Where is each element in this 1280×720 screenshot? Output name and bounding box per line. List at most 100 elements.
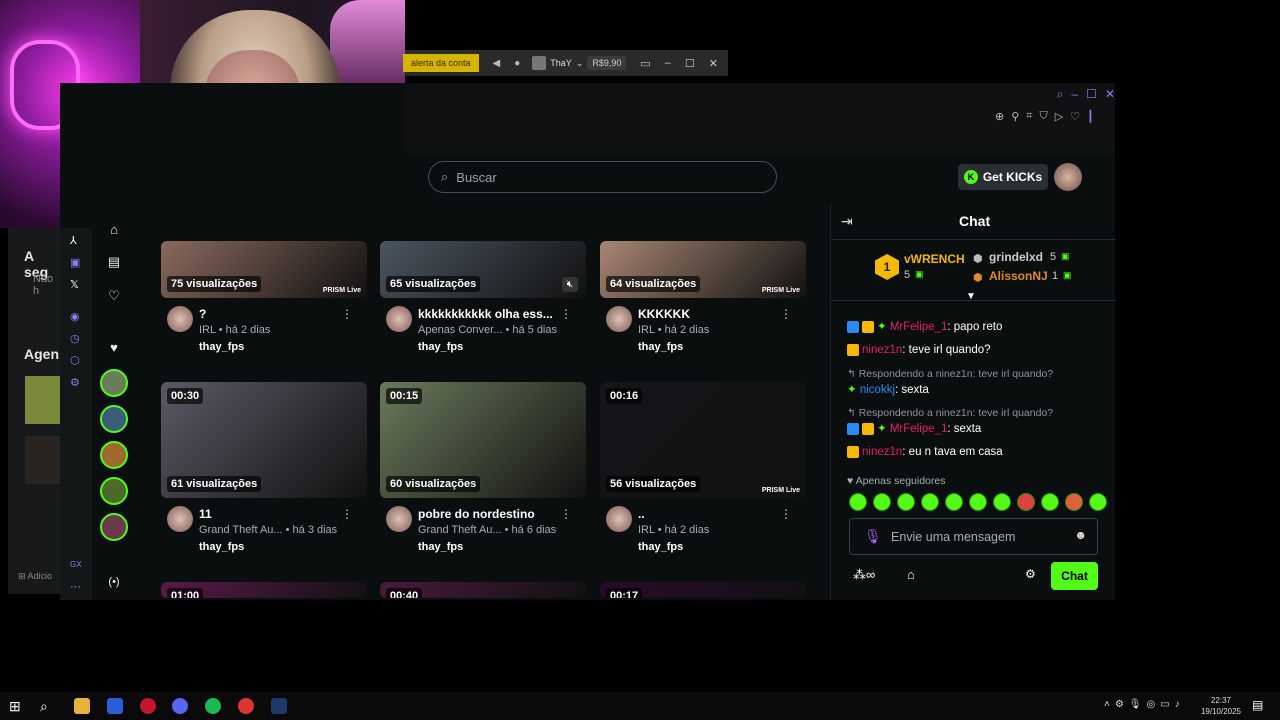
microphone-icon[interactable]: 🎙︎ [864,528,882,545]
game-thumbnail[interactable] [25,436,61,484]
emote-icon[interactable] [849,493,867,511]
bell-icon[interactable]: ● [514,58,520,69]
channel-name[interactable]: thay_fps [638,541,683,553]
chat-message-input[interactable]: 🎙︎ Envie uma mensagem ☻ [849,518,1098,555]
video-thumbnail[interactable]: 00:15 60 visualizações [380,382,586,498]
video-thumbnail[interactable]: 64 visualizações PRISM Live [600,241,806,298]
more-options-icon[interactable]: ⋮ [780,307,792,321]
maximize-icon[interactable]: ☐ [1086,87,1097,102]
collapse-chat-icon[interactable]: ⇥ [841,213,853,230]
pin-icon[interactable]: ⚲ [1011,110,1019,123]
video-title[interactable]: .. [638,507,645,521]
reply-context[interactable]: ↰ Respondendo a ninez1n: teve irl quando… [847,407,1053,419]
clock[interactable]: 22:37 19/10/2025 [1201,695,1241,717]
video-thumbnail[interactable]: 00:40 [380,582,586,598]
chat-username[interactable]: ninez1n [862,344,902,356]
puzzle-icon[interactable]: ⬡ [70,354,80,367]
close-icon[interactable]: ✕ [709,57,718,70]
discord-icon[interactable] [172,698,188,714]
minimize-icon[interactable]: – [1071,87,1078,102]
emote-icon[interactable] [897,493,915,511]
obs-icon[interactable] [238,698,254,714]
leaderboard-name[interactable]: AlissonNJ [989,269,1048,283]
emote-icon[interactable] [1017,493,1035,511]
search-icon[interactable]: ⌕ [1057,87,1064,102]
heart-icon[interactable]: ♥ [106,340,122,356]
user-chip[interactable]: ThaY ⌄ R$9,90 [532,56,627,70]
heart-icon[interactable]: ♡ [1070,110,1080,123]
more-options-icon[interactable]: ⋮ [341,507,353,521]
send-chat-button[interactable]: Chat [1051,562,1098,590]
channel-avatar[interactable] [386,306,412,332]
video-thumbnail[interactable]: 00:17 [600,582,806,598]
windows-start-icon[interactable]: ⊞ [9,698,25,714]
channel-name[interactable]: thay_fps [638,341,683,353]
channel-name[interactable]: thay_fps [418,341,463,353]
clock-icon[interactable]: ◷ [70,332,80,345]
more-options-icon[interactable]: ⋮ [341,307,353,321]
followed-channel-avatar[interactable] [100,513,128,541]
channel-name[interactable]: thay_fps [418,541,463,553]
game-thumbnail[interactable] [25,376,61,424]
emote-icon[interactable] [921,493,939,511]
monitor-icon[interactable]: ▭ [640,57,650,70]
search-icon[interactable]: ⌕ [40,698,56,714]
video-title[interactable]: 11 [199,507,212,521]
broadcast-icon[interactable]: (•) [106,576,122,592]
more-icon[interactable]: ⋯ [70,580,81,593]
system-tray-icons[interactable]: ˄⚙🎙︎◎▭♪ [1104,699,1185,710]
emote-icon[interactable] [873,493,891,511]
chat-username[interactable]: MrFelipe_1 [890,423,948,435]
file-explorer-icon[interactable] [74,698,90,714]
steam-icon[interactable] [271,698,287,714]
play-circle-icon[interactable]: ◉ [70,310,80,323]
shield-icon[interactable]: ⛉ [1039,110,1047,123]
emote-icon[interactable] [1041,493,1059,511]
emoji-icon[interactable]: ☻ [1074,528,1087,542]
video-title[interactable]: pobre do nordestino [418,507,535,521]
search-input[interactable]: ⌕ Buscar [428,161,777,193]
chat-username[interactable]: nicokkj [860,384,895,396]
emote-icon[interactable] [945,493,963,511]
opera-gx-icon[interactable] [140,698,156,714]
followed-channel-avatar[interactable] [100,477,128,505]
channel-name[interactable]: thay_fps [199,541,244,553]
video-thumbnail[interactable]: 65 visualizações 🔇︎ [380,241,586,298]
notifications-icon[interactable]: ▤ [1252,698,1263,712]
play-icon[interactable]: ▷ [1055,110,1063,123]
video-thumbnail[interactable]: 01:00 [161,582,367,598]
more-options-icon[interactable]: ⋮ [780,507,792,521]
chat-username[interactable]: MrFelipe_1 [890,321,948,333]
sidebar-toggle-icon[interactable]: ┃ [1087,110,1094,123]
video-thumbnail[interactable]: 00:16 56 visualizações PRISM Live [600,382,806,498]
account-alert-button[interactable]: alerta da conta [403,54,479,72]
get-kicks-button[interactable]: K Get KICKs [958,164,1048,190]
maximize-icon[interactable]: ☐ [685,57,695,70]
muted-icon[interactable]: 🔇︎ [561,277,578,292]
more-options-icon[interactable]: ⋮ [560,507,572,521]
gear-icon[interactable]: ⚙ [1025,567,1036,581]
channel-avatar[interactable] [606,306,632,332]
store-icon[interactable]: ⌂ [106,222,122,238]
channel-avatar[interactable] [606,506,632,532]
megaphone-icon[interactable]: ◀ [493,58,501,69]
app-icon[interactable] [107,698,123,714]
gear-icon[interactable]: ⚙ [70,376,80,389]
emote-icon[interactable] [993,493,1011,511]
followed-channel-avatar[interactable] [100,369,128,397]
kick-icon[interactable]: ⅄ [70,234,77,247]
chat-username[interactable]: ninez1n [862,446,902,458]
zoom-icon[interactable]: ⊕ [995,110,1004,123]
x-icon[interactable]: 𝕏 [70,278,79,291]
emote-icon[interactable] [1065,493,1083,511]
channel-avatar[interactable] [167,306,193,332]
expand-icon[interactable]: ▼ [966,291,976,302]
store-icon[interactable]: ⌂ [907,567,915,582]
gx-icon[interactable]: GX [70,560,82,569]
channel-name[interactable]: thay_fps [199,341,244,353]
more-options-icon[interactable]: ⋮ [560,307,572,321]
twitch-icon[interactable]: ▣ [70,256,80,269]
add-label[interactable]: ⊞ Adicio [18,571,52,582]
crop-icon[interactable]: ⌗ [1026,110,1032,123]
channel-avatar[interactable] [386,506,412,532]
